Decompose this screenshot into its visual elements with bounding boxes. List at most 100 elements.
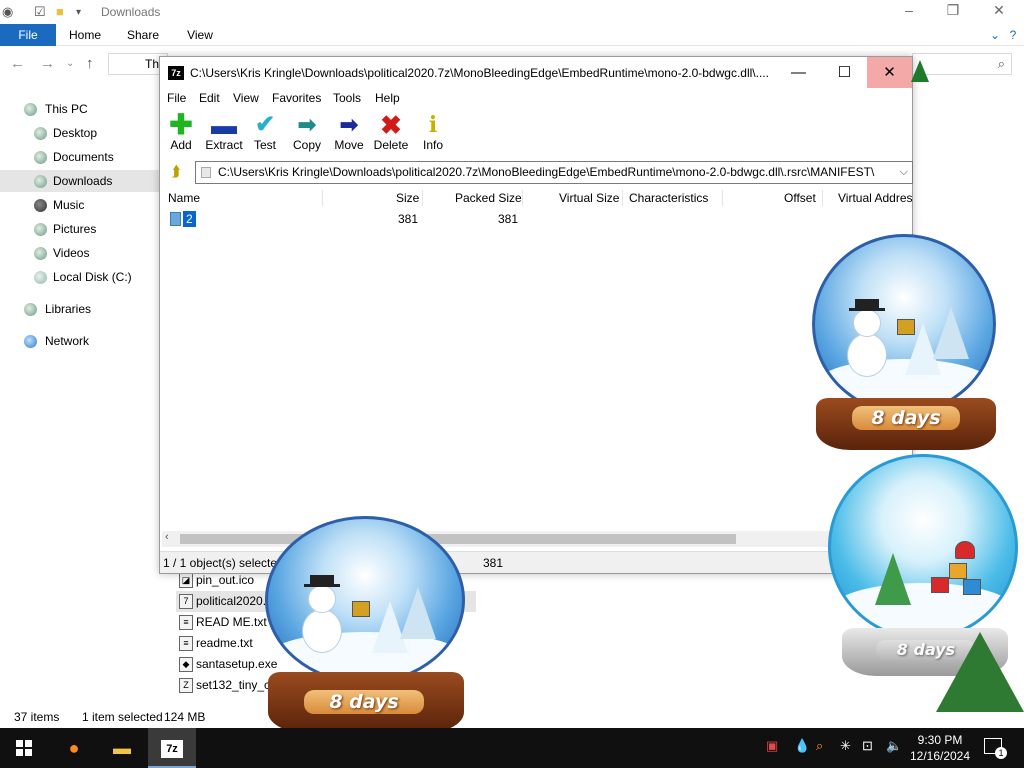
column-header-size[interactable]: Size bbox=[396, 191, 419, 205]
7zip-toolbar: ✚ Add ▬ Extract ✔ Test ➡ Copy ➡ Move ✖ D… bbox=[160, 110, 912, 156]
explorer-close-button[interactable]: ✕ bbox=[976, 2, 1022, 19]
nav-downloads[interactable]: Downloads bbox=[0, 170, 160, 192]
tab-file[interactable]: File bbox=[0, 24, 56, 46]
column-header-virtual-size[interactable]: Virtual Size bbox=[559, 191, 619, 205]
column-header-name[interactable]: Name bbox=[168, 191, 200, 205]
menu-favorites[interactable]: Favorites bbox=[272, 91, 321, 105]
tab-home[interactable]: Home bbox=[64, 24, 106, 46]
customize-qat-icon[interactable]: ▾ bbox=[76, 7, 81, 18]
gift-icon bbox=[963, 579, 981, 595]
start-button[interactable] bbox=[0, 728, 48, 768]
explorer-maximize-button[interactable]: ❐ bbox=[930, 2, 976, 19]
column-divider[interactable] bbox=[622, 190, 623, 206]
recent-locations-icon[interactable]: ⌄ bbox=[66, 58, 74, 69]
nav-music[interactable]: Music bbox=[0, 194, 160, 216]
add-button[interactable]: ✚ Add bbox=[168, 111, 194, 156]
windows-logo-icon bbox=[16, 740, 32, 756]
column-header-virtual-address[interactable]: Virtual Addres bbox=[838, 191, 913, 205]
menu-edit[interactable]: Edit bbox=[199, 91, 220, 105]
tab-view[interactable]: View bbox=[180, 24, 220, 46]
delete-button[interactable]: ✖ Delete bbox=[373, 112, 409, 156]
item-count: 37 items bbox=[14, 710, 60, 724]
nav-label: Network bbox=[45, 334, 90, 348]
nav-label: Music bbox=[53, 198, 85, 212]
nav-label: Videos bbox=[53, 246, 90, 260]
nav-local-disk[interactable]: Local Disk (C:) bbox=[0, 266, 160, 288]
gift-icon bbox=[931, 577, 949, 593]
7zip-maximize-button[interactable]: ☐ bbox=[822, 57, 867, 88]
7zip-minimize-button[interactable]: — bbox=[776, 57, 821, 88]
nav-network[interactable]: Network bbox=[0, 330, 160, 352]
column-header-characteristics[interactable]: Characteristics bbox=[629, 191, 708, 205]
column-divider[interactable] bbox=[322, 190, 323, 206]
nav-label: Pictures bbox=[53, 222, 97, 236]
row-name[interactable]: 2 bbox=[183, 211, 196, 227]
ribbon-expand-icon[interactable]: ⌄ bbox=[985, 24, 1005, 46]
setup-exe-icon: ◆ bbox=[179, 657, 193, 672]
menu-file[interactable]: File bbox=[167, 91, 186, 105]
notification-center-button[interactable]: 1 bbox=[984, 738, 1007, 759]
file-explorer-taskbar-button[interactable]: ▬ bbox=[98, 728, 146, 768]
system-clock[interactable]: 9:30 PM 12/16/2024 bbox=[904, 732, 976, 764]
libraries-icon bbox=[24, 303, 37, 316]
snow-globe-countdown-widget[interactable]: 8 days bbox=[262, 514, 472, 736]
water-drop-icon[interactable]: 💧 bbox=[794, 738, 810, 754]
nav-libraries[interactable]: Libraries bbox=[0, 298, 160, 320]
tray-app-icon[interactable]: ▣ bbox=[766, 738, 778, 754]
gift-icon bbox=[897, 319, 915, 335]
extract-button[interactable]: ▬ Extract bbox=[204, 112, 244, 156]
path-combobox[interactable]: C:\Users\Kris Kringle\Downloads\politica… bbox=[195, 161, 913, 184]
back-arrow-icon[interactable]: ← bbox=[10, 55, 25, 72]
toolbar-label: Add bbox=[170, 138, 192, 152]
search-tray-icon[interactable]: ⌕ bbox=[816, 738, 823, 754]
test-button[interactable]: ✔ Test bbox=[252, 112, 278, 156]
column-header-packed-size[interactable]: Packed Size bbox=[455, 191, 522, 205]
menu-view[interactable]: View bbox=[233, 91, 259, 105]
7zip-close-button[interactable]: ✕ bbox=[867, 57, 912, 88]
menu-tools[interactable]: Tools bbox=[333, 91, 361, 105]
7z-archive-icon: 7 bbox=[179, 594, 193, 609]
scroll-left-icon[interactable]: ‹ bbox=[165, 531, 169, 543]
7zip-taskbar-button[interactable]: 7z bbox=[148, 728, 196, 768]
help-icon[interactable]: ? bbox=[1003, 24, 1023, 46]
column-header-offset[interactable]: Offset bbox=[784, 191, 816, 205]
toolbar-label: Test bbox=[253, 138, 276, 152]
new-folder-icon[interactable]: ■ bbox=[56, 4, 64, 19]
column-divider[interactable] bbox=[822, 190, 823, 206]
table-row[interactable]: 2 381 381 bbox=[162, 210, 912, 228]
nav-documents[interactable]: Documents bbox=[0, 146, 160, 168]
nav-videos[interactable]: Videos bbox=[0, 242, 160, 264]
desktop-icon bbox=[34, 127, 47, 140]
snowman-icon bbox=[841, 299, 891, 389]
snowflake-icon[interactable]: ✳ bbox=[840, 738, 851, 754]
nav-this-pc[interactable]: This PC bbox=[0, 98, 160, 120]
column-divider[interactable] bbox=[422, 190, 423, 206]
copy-button[interactable]: ➡ Copy bbox=[292, 112, 322, 156]
network-icon[interactable]: ⊡ bbox=[862, 738, 873, 754]
nav-desktop[interactable]: Desktop bbox=[0, 122, 160, 144]
gift-icon bbox=[352, 601, 370, 617]
folder-up-icon[interactable]: ⮭ bbox=[164, 163, 188, 183]
file-name: readme.txt bbox=[196, 636, 253, 650]
move-button[interactable]: ➡ Move bbox=[332, 112, 366, 156]
row-packed-size: 381 bbox=[498, 212, 519, 226]
explorer-minimize-button[interactable]: – bbox=[886, 2, 932, 18]
tree-icon bbox=[875, 553, 911, 605]
snow-globe-countdown-widget[interactable]: 8 days bbox=[826, 452, 1024, 720]
menu-help[interactable]: Help bbox=[375, 91, 400, 105]
up-arrow-icon[interactable]: ↑ bbox=[86, 55, 94, 72]
snow-globe-countdown-widget[interactable]: 8 days bbox=[790, 232, 1024, 464]
firefox-taskbar-button[interactable]: ● bbox=[50, 728, 98, 768]
column-divider[interactable] bbox=[722, 190, 723, 206]
downloads-icon bbox=[34, 175, 47, 188]
toolbar-label: Copy bbox=[292, 138, 321, 152]
properties-icon[interactable]: ☑ bbox=[34, 4, 46, 20]
chevron-down-icon[interactable]: ⌵ bbox=[900, 162, 908, 183]
nav-pictures[interactable]: Pictures bbox=[0, 218, 160, 240]
tab-share[interactable]: Share bbox=[122, 24, 164, 46]
globe-sphere bbox=[828, 454, 1018, 640]
column-divider[interactable] bbox=[522, 190, 523, 206]
forward-arrow-icon[interactable]: → bbox=[40, 55, 55, 72]
info-button[interactable]: i Info bbox=[420, 112, 446, 156]
volume-icon[interactable]: 🔈 bbox=[886, 738, 902, 754]
